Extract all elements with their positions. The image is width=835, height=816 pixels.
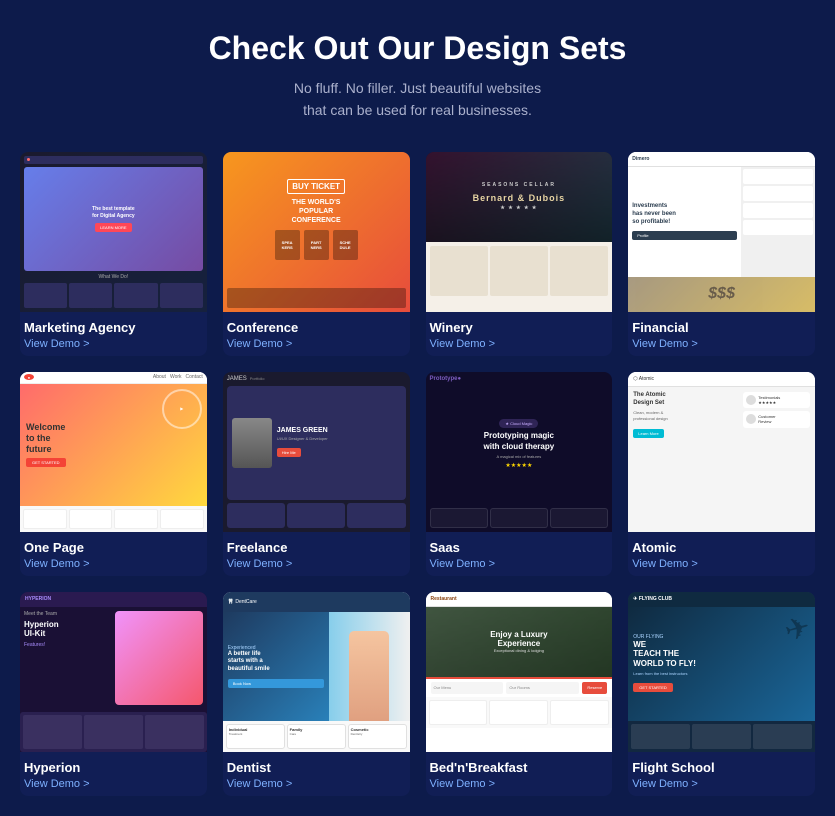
- card-conference[interactable]: BUY TICKET THE WORLD'SPOPULARCONFERENCE …: [223, 152, 410, 356]
- card-marketing[interactable]: The best templatefor Digital Agency LEAR…: [20, 152, 207, 356]
- card-link-onepage[interactable]: View Demo >: [24, 558, 203, 570]
- card-info-conference: Conference View Demo >: [223, 312, 410, 356]
- card-title-flight: Flight School: [632, 760, 811, 775]
- card-info-dentist: Dentist View Demo >: [223, 752, 410, 796]
- card-financial[interactable]: Dimero Investmentshas never beenso profi…: [628, 152, 815, 356]
- card-title-dentist: Dentist: [227, 760, 406, 775]
- card-link-flight[interactable]: View Demo >: [632, 778, 811, 790]
- card-info-bnb: Bed'n'Breakfast View Demo >: [426, 752, 613, 796]
- card-hyperion[interactable]: HYPERION Meet the Team HyperionUI-Kit Fe…: [20, 592, 207, 796]
- card-link-marketing[interactable]: View Demo >: [24, 338, 203, 350]
- card-title-winery: Winery: [430, 320, 609, 335]
- card-link-atomic[interactable]: View Demo >: [632, 558, 811, 570]
- design-sets-grid: The best templatefor Digital Agency LEAR…: [20, 152, 815, 796]
- card-link-winery[interactable]: View Demo >: [430, 338, 609, 350]
- card-flight[interactable]: ✈ FLYING CLUB OUR FLYING WETEACH THEWORL…: [628, 592, 815, 796]
- card-winery[interactable]: SEASONS CELLAR Bernard & Dubois ★ ★ ★ ★ …: [426, 152, 613, 356]
- card-info-winery: Winery View Demo >: [426, 312, 613, 356]
- thumbnail-conference: BUY TICKET THE WORLD'SPOPULARCONFERENCE …: [223, 152, 410, 312]
- card-onepage[interactable]: ● AboutWorkContact Welcometo thefuture G…: [20, 372, 207, 576]
- card-info-freelance: Freelance View Demo >: [223, 532, 410, 576]
- card-title-saas: Saas: [430, 540, 609, 555]
- thumbnail-saas: Prototype● ★ Cloud Magic Prototyping mag…: [426, 372, 613, 532]
- card-freelance[interactable]: JAMES Portfolio JAMES GREEN UI/UX Design…: [223, 372, 410, 576]
- card-title-atomic: Atomic: [632, 540, 811, 555]
- thumbnail-bnb: Restaurant Enjoy a LuxuryExperience Exce…: [426, 592, 613, 752]
- card-title-financial: Financial: [632, 320, 811, 335]
- thumbnail-flight: ✈ FLYING CLUB OUR FLYING WETEACH THEWORL…: [628, 592, 815, 752]
- page-header: Check Out Our Design Sets No fluff. No f…: [20, 30, 815, 122]
- card-link-freelance[interactable]: View Demo >: [227, 558, 406, 570]
- card-link-hyperion[interactable]: View Demo >: [24, 778, 203, 790]
- card-dentist[interactable]: 🦷 DentCare Experienced A better lifestar…: [223, 592, 410, 796]
- card-info-atomic: Atomic View Demo >: [628, 532, 815, 576]
- card-info-onepage: One Page View Demo >: [20, 532, 207, 576]
- card-title-freelance: Freelance: [227, 540, 406, 555]
- card-link-saas[interactable]: View Demo >: [430, 558, 609, 570]
- card-link-bnb[interactable]: View Demo >: [430, 778, 609, 790]
- card-saas[interactable]: Prototype● ★ Cloud Magic Prototyping mag…: [426, 372, 613, 576]
- card-link-financial[interactable]: View Demo >: [632, 338, 811, 350]
- card-info-flight: Flight School View Demo >: [628, 752, 815, 796]
- subtitle-line1: No fluff. No filler. Just beautiful webs…: [294, 80, 541, 96]
- thumbnail-winery: SEASONS CELLAR Bernard & Dubois ★ ★ ★ ★ …: [426, 152, 613, 312]
- card-link-dentist[interactable]: View Demo >: [227, 778, 406, 790]
- card-atomic[interactable]: ⬡ Atomic The AtomicDesign Set Clean, mod…: [628, 372, 815, 576]
- page-subtitle: No fluff. No filler. Just beautiful webs…: [20, 77, 815, 122]
- thumbnail-atomic: ⬡ Atomic The AtomicDesign Set Clean, mod…: [628, 372, 815, 532]
- thumbnail-financial: Dimero Investmentshas never beenso profi…: [628, 152, 815, 312]
- card-info-hyperion: Hyperion View Demo >: [20, 752, 207, 796]
- card-link-conference[interactable]: View Demo >: [227, 338, 406, 350]
- thumbnail-hyperion: HYPERION Meet the Team HyperionUI-Kit Fe…: [20, 592, 207, 752]
- card-info-financial: Financial View Demo >: [628, 312, 815, 356]
- card-title-conference: Conference: [227, 320, 406, 335]
- thumbnail-onepage: ● AboutWorkContact Welcometo thefuture G…: [20, 372, 207, 532]
- card-title-bnb: Bed'n'Breakfast: [430, 760, 609, 775]
- card-title-marketing: Marketing Agency: [24, 320, 203, 335]
- thumbnail-freelance: JAMES Portfolio JAMES GREEN UI/UX Design…: [223, 372, 410, 532]
- page-container: Check Out Our Design Sets No fluff. No f…: [0, 0, 835, 816]
- card-title-onepage: One Page: [24, 540, 203, 555]
- card-info-saas: Saas View Demo >: [426, 532, 613, 576]
- card-info-marketing: Marketing Agency View Demo >: [20, 312, 207, 356]
- card-title-hyperion: Hyperion: [24, 760, 203, 775]
- thumbnail-marketing: The best templatefor Digital Agency LEAR…: [20, 152, 207, 312]
- thumbnail-dentist: 🦷 DentCare Experienced A better lifestar…: [223, 592, 410, 752]
- subtitle-line2: that can be used for real businesses.: [303, 102, 532, 118]
- page-title: Check Out Our Design Sets: [20, 30, 815, 67]
- card-bnb[interactable]: Restaurant Enjoy a LuxuryExperience Exce…: [426, 592, 613, 796]
